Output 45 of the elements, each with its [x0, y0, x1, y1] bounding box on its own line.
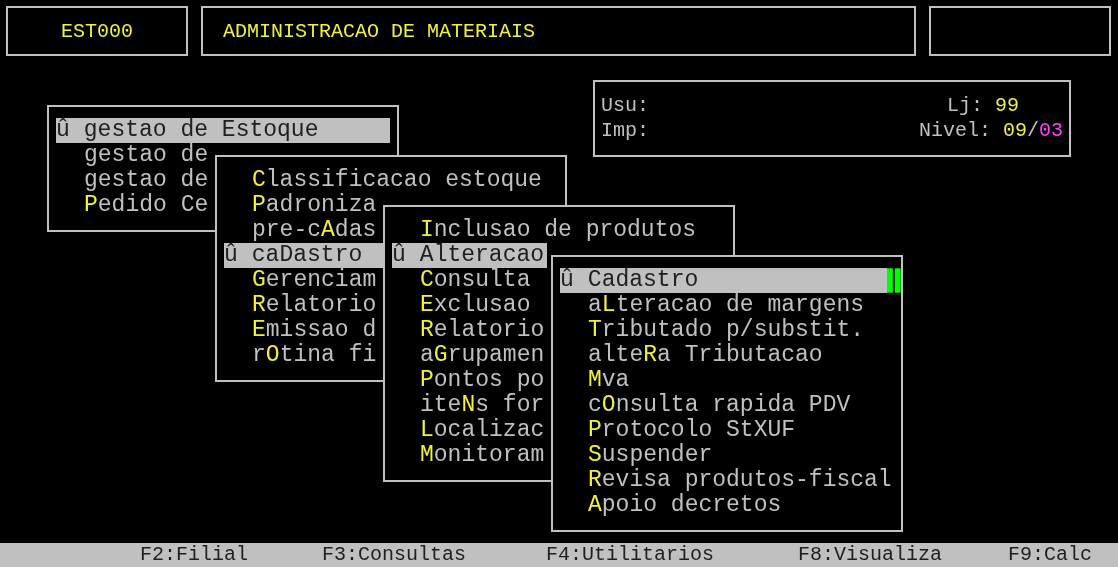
- store-value: 99: [995, 93, 1019, 118]
- function-key[interactable]: F9:Calc: [1008, 543, 1092, 567]
- title-panel: ADMINISTRACAO DE MATERIAIS: [201, 6, 916, 56]
- menu-item[interactable]: iteNs for: [392, 393, 545, 418]
- program-code-panel: EST000: [6, 6, 188, 56]
- menu-item[interactable]: pre-cAdas: [224, 218, 377, 243]
- menu-item[interactable]: Protocolo StXUF: [560, 418, 796, 443]
- menu-item[interactable]: Suspender: [560, 443, 713, 468]
- menu-item[interactable]: aLteracao de margens: [560, 293, 865, 318]
- menu-item[interactable]: û gestao de Estoque: [56, 118, 390, 143]
- menu-item[interactable]: Emissao d: [224, 318, 377, 343]
- level-label: Nivel:: [918, 118, 991, 143]
- menu-item[interactable]: û Cadastro: [560, 268, 888, 293]
- menu-item[interactable]: Gerenciam: [224, 268, 377, 293]
- menu-item[interactable]: Mva: [560, 368, 630, 393]
- store-label: Lj:: [946, 93, 983, 118]
- user-label: Usu:: [601, 93, 649, 118]
- function-key[interactable]: F2:Filial: [140, 543, 249, 567]
- function-key[interactable]: F3:Consultas: [322, 543, 467, 567]
- menu-item[interactable]: cOnsulta rapida PDV: [560, 393, 851, 418]
- menu-item[interactable]: Revisa produtos-fiscal: [560, 468, 892, 493]
- printer-label: Imp:: [601, 118, 649, 143]
- menu-item[interactable]: û Alteracao: [392, 243, 547, 268]
- function-key[interactable]: F8:Visualiza: [798, 543, 943, 567]
- menu-item[interactable]: Monitoram: [392, 443, 545, 468]
- menu-item[interactable]: gestao de: [56, 168, 209, 193]
- level-value: 09/03: [1002, 118, 1063, 143]
- menu-item[interactable]: Relatorio: [392, 318, 545, 343]
- menu-item[interactable]: gestao de: [56, 143, 209, 168]
- function-key[interactable]: F4:Utilitarios: [546, 543, 715, 567]
- menu-item[interactable]: alteRa Tributacao: [560, 343, 823, 368]
- menu-item[interactable]: Classificacao estoque: [224, 168, 542, 193]
- menu-item[interactable]: rOtina fi: [224, 343, 377, 368]
- menu-item[interactable]: Consulta: [392, 268, 531, 293]
- menu-item[interactable]: û caDastro: [224, 243, 384, 268]
- menu-item[interactable]: Localizac: [392, 418, 545, 443]
- menu-item[interactable]: aGrupamen: [392, 343, 545, 368]
- menu-item[interactable]: Exclusao: [392, 293, 531, 318]
- menu-item[interactable]: Pontos po: [392, 368, 545, 393]
- menu-item[interactable]: Apoio decretos: [560, 493, 782, 518]
- menu-item[interactable]: Inclusao de produtos: [392, 218, 697, 243]
- menu-item[interactable]: Pedido Ce: [56, 193, 209, 218]
- menu-item[interactable]: Tributado p/substit.: [560, 318, 865, 343]
- menu-item[interactable]: Relatorio: [224, 293, 377, 318]
- menu-item[interactable]: Padroniza: [224, 193, 377, 218]
